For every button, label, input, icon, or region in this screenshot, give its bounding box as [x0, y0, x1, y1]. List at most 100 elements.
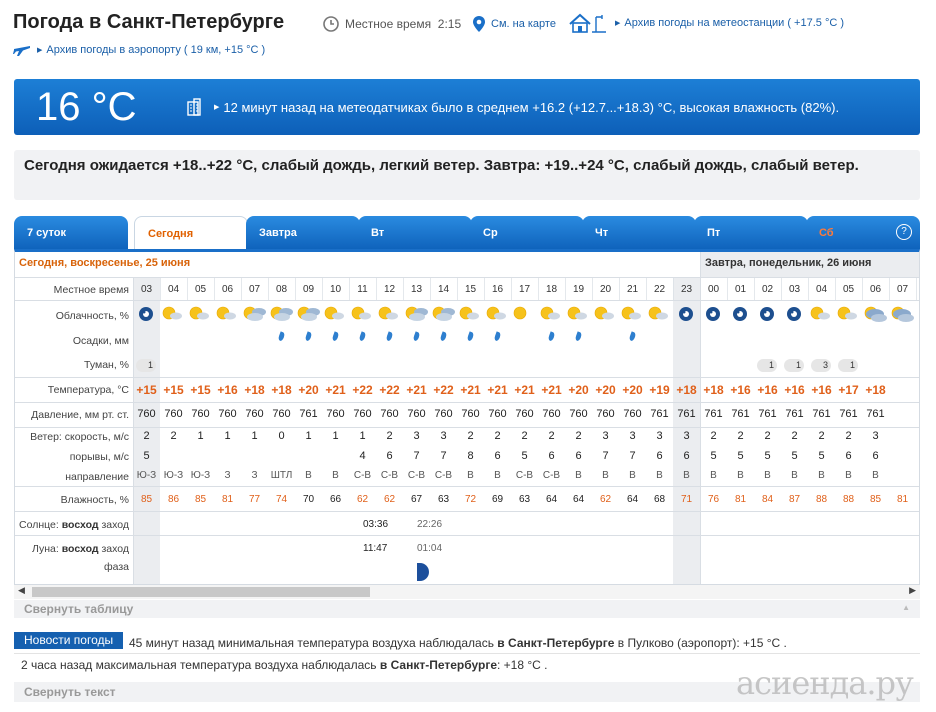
humidity-value: 64: [572, 494, 585, 505]
wind-value: 3: [872, 430, 879, 442]
tab-thu[interactable]: Чт: [582, 216, 696, 249]
direction-value: В: [791, 470, 798, 481]
pressure-value: 760: [407, 408, 426, 420]
cloud-icon: [484, 304, 511, 324]
cloud-icon: [700, 304, 727, 324]
direction-value: В: [845, 470, 852, 481]
cloud-icon: [808, 304, 835, 324]
humidity-value: 70: [302, 494, 315, 505]
gust-value: 7: [413, 450, 420, 462]
local-time-label: Местное время: [345, 17, 432, 31]
temp-value: +20: [595, 383, 616, 397]
hour-label: 15: [464, 284, 477, 295]
direction-value: В: [872, 470, 879, 481]
current-temp: 16 °C: [36, 85, 137, 129]
map-link[interactable]: См. на карте: [491, 18, 556, 30]
tab-fri[interactable]: Пт: [694, 216, 808, 249]
station-archive-link[interactable]: Архив погоды на метеостанции ( +17.5 °C …: [624, 17, 844, 29]
moon-phase-icon: [417, 563, 429, 581]
help-icon[interactable]: ?: [896, 224, 912, 240]
sensor-message: ▶ 12 минут назад на метеодатчиках было в…: [186, 98, 839, 116]
direction-value: В: [305, 470, 312, 481]
temp-value: +15: [163, 383, 184, 397]
wind-value: 3: [683, 430, 690, 442]
news-badge: Новости погоды: [14, 632, 124, 649]
tab-label: Пт: [707, 227, 721, 239]
temp-value: +18: [865, 383, 886, 397]
collapse-table-button[interactable]: Свернуть таблицу ▲: [14, 600, 920, 618]
cloud-icon: [538, 304, 565, 324]
wind-value: 2: [467, 430, 474, 442]
gust-value: 6: [575, 450, 582, 462]
rain-drop-icon: [277, 331, 286, 342]
scrollbar-thumb[interactable]: [32, 587, 370, 597]
humidity-value: 85: [869, 494, 882, 505]
moon-label: Луна:: [31, 543, 59, 555]
temp-value: +22: [352, 383, 373, 397]
hour-label: 19: [572, 284, 585, 295]
airport-archive-link[interactable]: Архив погоды в аэропорту ( 19 км, +15 °C…: [46, 44, 265, 56]
wind-value: 2: [737, 430, 744, 442]
airport-archive-group[interactable]: ▶ Архив погоды в аэропорту ( 19 км, +15 °…: [13, 43, 265, 57]
local-time: Местное время 2:15: [323, 16, 461, 32]
direction-value: С-В: [407, 470, 426, 481]
map-link-group[interactable]: См. на карте: [473, 16, 556, 32]
rain-drop-icon: [412, 331, 421, 342]
cloud-icon: [754, 304, 781, 324]
humidity-value: 64: [545, 494, 558, 505]
scroll-right-icon[interactable]: ▶: [909, 585, 916, 596]
station-archive-group[interactable]: ▶ Архив погоды на метеостанции ( +17.5 °C…: [569, 13, 844, 33]
gust-value: 7: [440, 450, 447, 462]
moonrise-label: восход: [61, 543, 99, 555]
scroll-left-icon[interactable]: ◀: [18, 585, 25, 596]
airplane-icon: [13, 46, 30, 56]
clock-icon: [323, 16, 339, 32]
temp-value: +20: [568, 383, 589, 397]
humidity-value: 85: [194, 494, 207, 505]
tab-sat[interactable]: Сб?: [806, 216, 920, 249]
cloud-icon: [646, 304, 673, 324]
row-label-direction: направление: [65, 471, 129, 483]
rain-drop-icon: [628, 331, 637, 342]
rain-drop-icon: [358, 331, 367, 342]
grid-line: [15, 377, 919, 378]
building-icon: [187, 98, 201, 116]
cloud-icon: [835, 304, 862, 324]
tab-tomorrow[interactable]: Завтра: [246, 216, 360, 249]
wind-value: 1: [197, 430, 204, 442]
tab-7-days[interactable]: 7 суток: [14, 216, 128, 249]
temp-value: +18: [244, 383, 265, 397]
sunset-time: 22:26: [417, 519, 443, 530]
rain-drop-icon: [574, 331, 583, 342]
cloud-icon: [511, 304, 538, 324]
tab-wed[interactable]: Ср: [470, 216, 584, 249]
pressure-value: 761: [731, 408, 750, 420]
direction-value: ШТЛ: [270, 470, 293, 481]
humidity-value: 62: [383, 494, 396, 505]
hour-label: 03: [140, 284, 153, 295]
hour-label: 07: [248, 284, 261, 295]
rain-drop-icon: [439, 331, 448, 342]
rain-drop-icon: [331, 331, 340, 342]
station-house-icon: [569, 13, 606, 33]
fog-badge: 1: [838, 359, 858, 372]
humidity-value: 86: [167, 494, 180, 505]
humidity-value: 63: [518, 494, 531, 505]
gust-value: 7: [602, 450, 609, 462]
gust-value: 6: [548, 450, 555, 462]
temp-value: +16: [757, 383, 778, 397]
pressure-value: 760: [326, 408, 345, 420]
humidity-value: 69: [491, 494, 504, 505]
cloud-icon: [430, 304, 457, 324]
direction-value: В: [494, 470, 501, 481]
day-tabs: 7 суток Сегодня Завтра Вт Ср Чт Пт Сб?: [14, 216, 920, 249]
news-text: 2 часа назад максимальная температура во…: [21, 658, 380, 672]
fog-badge: 1: [757, 359, 777, 372]
table-scrollbar[interactable]: ◀ ▶: [14, 585, 920, 599]
watermark: асиенда.ру: [736, 664, 914, 702]
wind-value: 2: [818, 430, 825, 442]
row-label-phase: фаза: [103, 561, 129, 573]
rain-drop-icon: [466, 331, 475, 342]
tab-tue[interactable]: Вт: [358, 216, 472, 249]
tab-today[interactable]: Сегодня: [134, 216, 248, 249]
